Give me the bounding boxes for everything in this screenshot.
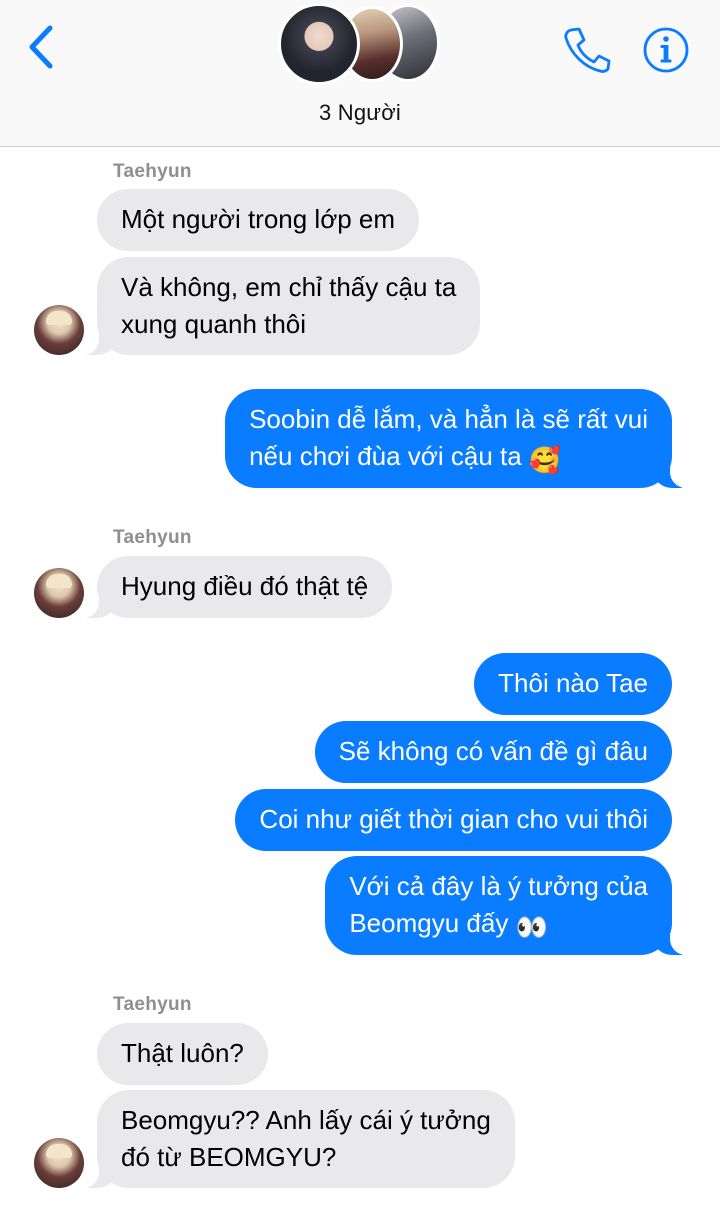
message-bubble-outgoing[interactable]: Soobin dễ lắm, và hẳn là sẽ rất vui nếu … [225,389,672,488]
message-text-line: Beomgyu?? Anh lấy cái ý tưởng [121,1105,491,1135]
info-button[interactable] [640,24,692,76]
message-text-line: Với cả đây là ý tưởng của [349,871,648,901]
message-bubble-incoming[interactable]: Và không, em chỉ thấy cậu ta xung quanh … [97,257,481,355]
message-text: Thôi nào Tae [498,668,648,698]
message-text-line: đó từ BEOMGYU? [121,1142,337,1172]
sender-avatar[interactable] [34,305,84,355]
chat-header: 3 Người [0,0,720,147]
message-text: Sẽ không có vấn đề gì đâu [338,736,648,766]
message-bubble-outgoing[interactable]: Thôi nào Tae [474,653,672,715]
message-text: Thật luôn? [121,1038,244,1068]
message-bubble-outgoing[interactable]: Coi như giết thời gian cho vui thôi [235,789,672,851]
sender-name: Taehyun [113,527,192,548]
message-text-line: Soobin dễ lắm, và hẳn là sẽ rất vui [249,404,648,434]
back-button[interactable] [24,22,64,72]
message-text-line: Và không, em chỉ thấy cậu ta [121,272,457,302]
sender-name: Taehyun [113,161,192,182]
message-text-line: xung quanh thôi [121,309,307,339]
group-title[interactable]: 3 Người [0,100,720,126]
message-bubble-incoming[interactable]: Beomgyu?? Anh lấy cái ý tưởng đó từ BEOM… [97,1090,515,1188]
message-bubble-incoming[interactable]: Một người trong lớp em [97,189,420,251]
chevron-left-icon [29,25,53,69]
sender-avatar[interactable] [34,1138,84,1188]
info-icon [643,27,689,73]
phone-icon [564,27,611,73]
message-text: Hyung điều đó thật tệ [121,571,369,601]
smiling-face-with-hearts-icon: 🥰 [528,445,562,475]
message-bubble-outgoing[interactable]: Với cả đây là ý tưởng của Beomgyu đấy 👀 [325,856,672,955]
message-text-line: Beomgyu đấy [349,908,509,938]
message-text: Một người trong lớp em [121,204,396,234]
eyes-icon: 👀 [515,912,548,942]
message-text: Coi như giết thời gian cho vui thôi [259,804,648,834]
sender-name: Taehyun [113,994,192,1015]
message-bubble-incoming[interactable]: Hyung điều đó thật tệ [97,556,393,618]
group-avatar-1 [278,3,360,85]
message-text-line: nếu chơi đùa với cậu ta [249,441,522,471]
message-bubble-outgoing[interactable]: Sẽ không có vấn đề gì đâu [314,721,672,783]
call-button[interactable] [562,25,612,73]
sender-avatar[interactable] [34,568,84,618]
message-bubble-incoming[interactable]: Thật luôn? [97,1023,268,1085]
